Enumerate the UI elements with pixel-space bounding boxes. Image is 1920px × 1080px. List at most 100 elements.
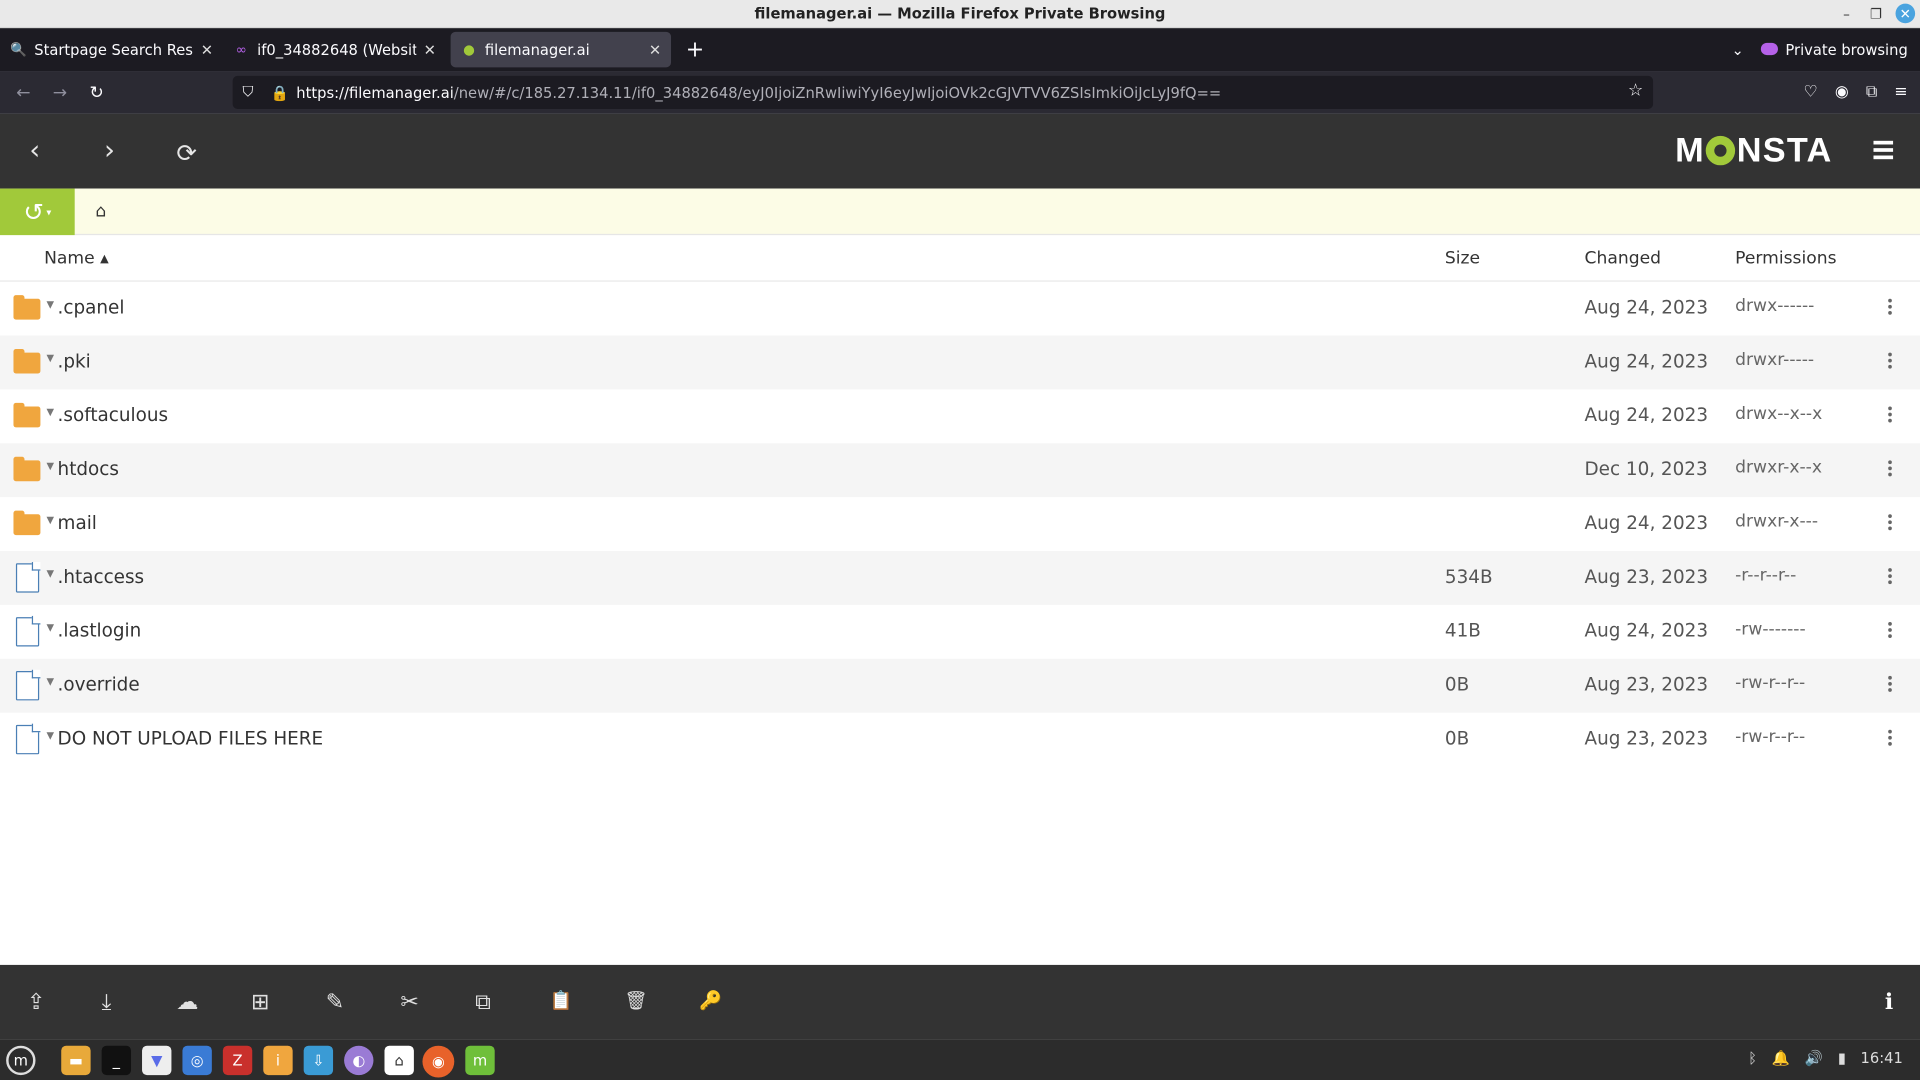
firefox-icon[interactable]: ◉	[422, 1045, 455, 1078]
permissions-key-icon[interactable]: 🔑	[699, 989, 722, 1011]
shield-icon[interactable]: ⛉	[242, 83, 253, 101]
notification-icon[interactable]: 🔔	[1772, 1049, 1790, 1066]
extensions-icon[interactable]: ⧉	[1866, 83, 1877, 101]
downloader-icon[interactable]: ⇩	[303, 1045, 334, 1076]
row-menu-caret-icon[interactable]: ▼	[47, 460, 55, 471]
info-app-icon[interactable]: i	[263, 1045, 293, 1076]
forward-button[interactable]: →	[42, 83, 79, 103]
table-row[interactable]: ▼ .htaccess 534B Aug 23, 2023 -r--r--r--	[0, 551, 1920, 605]
column-header-size[interactable]: Size	[1445, 249, 1480, 269]
file-name[interactable]: .softaculous	[58, 404, 169, 426]
url-text[interactable]: https://filemanager.ai/new/#/c/185.27.13…	[296, 84, 1221, 101]
screenshot-icon[interactable]: ◎	[182, 1045, 212, 1076]
row-menu-caret-icon[interactable]: ▼	[47, 353, 55, 364]
table-row[interactable]: ▼ .pki Aug 24, 2023 drwxr-----	[0, 335, 1920, 390]
table-row[interactable]: ▼ .override 0B Aug 23, 2023 -rw-r--r--	[0, 658, 1920, 713]
file-name[interactable]: mail	[58, 512, 97, 534]
account-icon[interactable]: ◉	[1835, 83, 1849, 101]
browser-icon[interactable]: ▼	[142, 1045, 172, 1076]
file-name[interactable]: .override	[58, 673, 140, 695]
upload-icon[interactable]: ⇪	[27, 989, 45, 1015]
close-tab-icon[interactable]: ✕	[201, 41, 213, 58]
url-bar[interactable]: ⛉ 🔒 https://filemanager.ai/new/#/c/185.2…	[232, 75, 1654, 109]
more-options-icon[interactable]	[1888, 406, 1893, 425]
copy-icon[interactable]: ⧉	[475, 989, 491, 1015]
new-item-icon[interactable]: ⊞	[251, 989, 269, 1015]
more-options-icon[interactable]	[1888, 514, 1893, 532]
mint-app-icon[interactable]: m	[465, 1045, 495, 1076]
table-row[interactable]: ▼ .softaculous Aug 24, 2023 drwx--x--x	[0, 389, 1920, 443]
edit-icon[interactable]: ✎	[326, 989, 344, 1015]
breadcrumb-bar: ↺ ▾ ⌂	[0, 188, 1920, 236]
table-row[interactable]: ▼ .lastlogin 41B Aug 24, 2023 -rw-------	[0, 605, 1920, 659]
history-button[interactable]: ↺ ▾	[0, 188, 75, 236]
close-tab-icon[interactable]: ✕	[424, 41, 436, 58]
new-tab-button[interactable]: +	[686, 37, 704, 63]
reload-button[interactable]: ↻	[78, 83, 115, 103]
fetch-cloud-icon[interactable]: ☁	[176, 989, 198, 1015]
row-menu-caret-icon[interactable]: ▼	[47, 299, 55, 310]
file-name[interactable]: DO NOT UPLOAD FILES HERE	[58, 727, 324, 749]
more-options-icon[interactable]	[1888, 568, 1893, 586]
row-menu-caret-icon[interactable]: ▼	[47, 730, 55, 741]
file-name[interactable]: .pki	[58, 350, 91, 372]
app-forward-button[interactable]: ›	[104, 136, 115, 167]
cut-icon[interactable]: ✂	[400, 989, 418, 1015]
pocket-icon[interactable]: ♡	[1803, 83, 1817, 101]
row-menu-caret-icon[interactable]: ▼	[47, 622, 55, 633]
bookmark-star-icon[interactable]: ☆	[1628, 81, 1643, 101]
row-menu-caret-icon[interactable]: ▼	[47, 568, 55, 579]
column-header-name[interactable]: Name ▴	[44, 249, 109, 269]
more-options-icon[interactable]	[1888, 729, 1893, 748]
volume-icon[interactable]: 🔊	[1805, 1049, 1823, 1066]
file-name[interactable]: .lastlogin	[58, 620, 142, 642]
home-icon[interactable]: ⌂	[96, 202, 107, 222]
tab-startpage[interactable]: 🔍 Startpage Search Results ✕	[0, 28, 223, 71]
column-header-permissions[interactable]: Permissions	[1735, 249, 1836, 269]
close-window-button[interactable]: ✕	[1895, 3, 1916, 24]
row-menu-caret-icon[interactable]: ▼	[47, 514, 55, 525]
tab-website[interactable]: ∞ if0_34882648 (Website for ✕	[223, 28, 446, 71]
more-options-icon[interactable]	[1888, 298, 1893, 317]
chat-app-icon[interactable]: ◐	[344, 1045, 374, 1076]
mint-menu-icon[interactable]: m	[6, 1045, 36, 1076]
list-all-tabs-button[interactable]: ⌄	[1731, 41, 1743, 58]
back-button[interactable]: ←	[5, 83, 42, 103]
more-options-icon[interactable]	[1888, 460, 1893, 478]
more-options-icon[interactable]	[1888, 622, 1893, 640]
file-name[interactable]: .cpanel	[58, 296, 125, 318]
bluetooth-icon[interactable]: ᛒ	[1748, 1049, 1757, 1066]
lock-icon[interactable]: 🔒	[271, 84, 289, 101]
column-header-changed[interactable]: Changed	[1585, 249, 1662, 269]
terminal-icon[interactable]: _	[101, 1045, 132, 1076]
menu-icon[interactable]: ≡	[1894, 83, 1907, 101]
tab-filemanager[interactable]: ● filemanager.ai ✕	[450, 31, 672, 68]
app-menu-icon[interactable]	[1873, 140, 1894, 163]
info-icon[interactable]: ℹ	[1885, 989, 1893, 1015]
row-menu-caret-icon[interactable]: ▼	[47, 407, 55, 418]
more-options-icon[interactable]	[1888, 675, 1893, 694]
table-row[interactable]: ▼ DO NOT UPLOAD FILES HERE 0B Aug 23, 20…	[0, 713, 1920, 767]
more-options-icon[interactable]	[1888, 352, 1893, 371]
file-permissions: drwxr-x---	[1735, 511, 1819, 532]
archive-icon[interactable]: ⌂	[384, 1045, 414, 1076]
row-menu-caret-icon[interactable]: ▼	[47, 676, 55, 687]
filezilla-icon[interactable]: Z	[222, 1045, 253, 1076]
folder-icon	[13, 456, 41, 484]
download-icon[interactable]: ⤓	[102, 989, 112, 1015]
close-tab-icon[interactable]: ✕	[649, 41, 661, 58]
table-row[interactable]: ▼ htdocs Dec 10, 2023 drwxr-x--x	[0, 443, 1920, 498]
app-refresh-button[interactable]: ⟳	[176, 138, 197, 167]
minimize-button[interactable]: –	[1832, 4, 1861, 25]
delete-icon[interactable]: 🗑	[624, 989, 647, 1011]
files-icon[interactable]: ▬	[61, 1045, 91, 1076]
maximize-button[interactable]: ❐	[1861, 4, 1890, 25]
file-name[interactable]: htdocs	[58, 458, 119, 480]
table-row[interactable]: ▼ mail Aug 24, 2023 drwxr-x---	[0, 497, 1920, 551]
battery-icon[interactable]: ▮	[1838, 1049, 1846, 1066]
app-back-button[interactable]: ‹	[29, 136, 40, 167]
table-row[interactable]: ▼ .cpanel Aug 24, 2023 drwx------	[0, 282, 1920, 336]
clock[interactable]: 16:41	[1861, 1049, 1903, 1066]
file-name[interactable]: .htaccess	[58, 566, 145, 588]
paste-icon[interactable]: 📋	[550, 989, 573, 1011]
